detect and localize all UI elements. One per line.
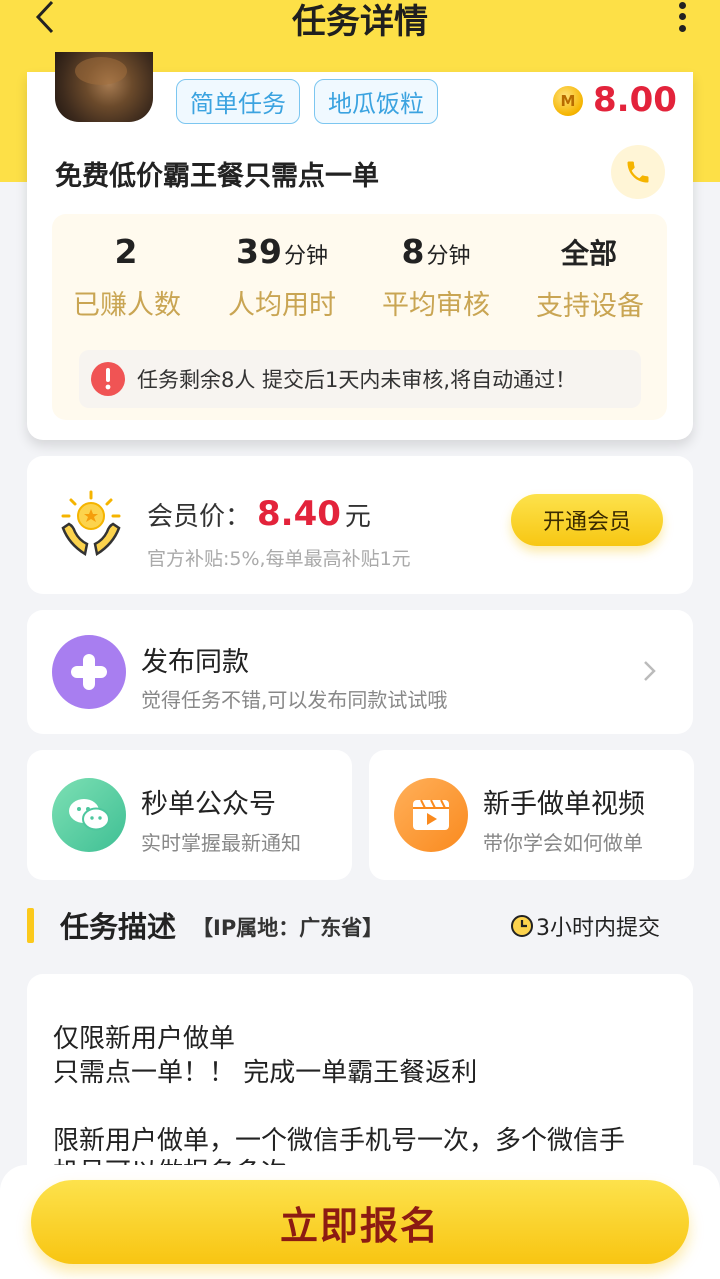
more-vertical-icon[interactable] <box>672 0 692 34</box>
description-line: 仅限新用户做单 <box>53 1024 236 1054</box>
stat-earned: 2 已赚人数 <box>73 232 181 321</box>
tag-merchant: 地瓜饭粒 <box>314 79 438 124</box>
section-title: 任务描述 <box>60 910 177 944</box>
member-subsidy: 官方补贴:5%,每单最高补贴1元 <box>147 548 411 570</box>
ip-location: 【IP属地：广东省】 <box>192 916 384 940</box>
video-title: 新手做单视频 <box>483 789 645 820</box>
coin-icon: M <box>553 86 583 116</box>
video-subtitle: 带你学会如何做单 <box>483 831 643 855</box>
plus-icon <box>52 635 126 709</box>
video-icon <box>394 778 468 852</box>
task-thumbnail <box>55 52 153 122</box>
chevron-right-icon <box>644 661 656 681</box>
task-name: 免费低价霸王餐只需点一单 <box>55 161 379 192</box>
wechat-title: 秒单公众号 <box>141 789 276 820</box>
wechat-icon <box>52 778 126 852</box>
publish-same-card[interactable]: 发布同款 觉得任务不错,可以发布同款试试哦 <box>27 610 693 734</box>
stat-avg-review: 8分钟 平均审核 <box>382 232 490 321</box>
description-line: 只需点一单！！ 完成一单霸王餐返利 <box>53 1058 478 1088</box>
warning-icon <box>91 362 125 396</box>
publish-title: 发布同款 <box>141 647 249 678</box>
phone-button[interactable] <box>611 145 665 199</box>
phone-icon <box>627 161 649 183</box>
coin-hands-icon <box>61 490 121 557</box>
task-card: 简单任务 地瓜饭粒 M 8.00 免费低价霸王餐只需点一单 2 已赚人数 39分… <box>27 52 693 440</box>
notice-text: 任务剩余8人 提交后1天内未审核,将自动通过！ <box>137 368 577 392</box>
page-title: 任务详情 <box>292 2 428 42</box>
publish-subtitle: 觉得任务不错,可以发布同款试试哦 <box>141 688 448 712</box>
header: 任务详情 <box>0 0 720 44</box>
clock-icon <box>511 915 533 937</box>
notice-banner: 任务剩余8人 提交后1天内未审核,将自动通过！ <box>79 350 641 408</box>
tag-simple-task: 简单任务 <box>176 79 300 124</box>
stat-avg-time: 39分钟 人均用时 <box>228 232 336 321</box>
stat-devices: 全部 支持设备 <box>536 237 644 322</box>
stats-panel: 2 已赚人数 39分钟 人均用时 8分钟 平均审核 全部 支持设备 任务剩余8人… <box>52 214 667 420</box>
open-vip-button[interactable]: 开通会员 <box>511 494 663 546</box>
member-price-row: 会员价： 8.40 元 <box>147 494 371 534</box>
deadline-label: 3小时内提交 <box>510 910 660 942</box>
section-accent-bar <box>27 908 34 943</box>
signup-button[interactable]: 立即报名 <box>31 1180 689 1264</box>
member-price-card: 会员价： 8.40 元 官方补贴:5%,每单最高补贴1元 开通会员 <box>27 456 693 594</box>
reward-price: 8.00 <box>593 80 677 120</box>
wechat-subtitle: 实时掌握最新通知 <box>141 831 301 855</box>
beginner-video-card[interactable]: 新手做单视频 带你学会如何做单 <box>369 750 694 880</box>
wechat-official-card[interactable]: 秒单公众号 实时掌握最新通知 <box>27 750 352 880</box>
